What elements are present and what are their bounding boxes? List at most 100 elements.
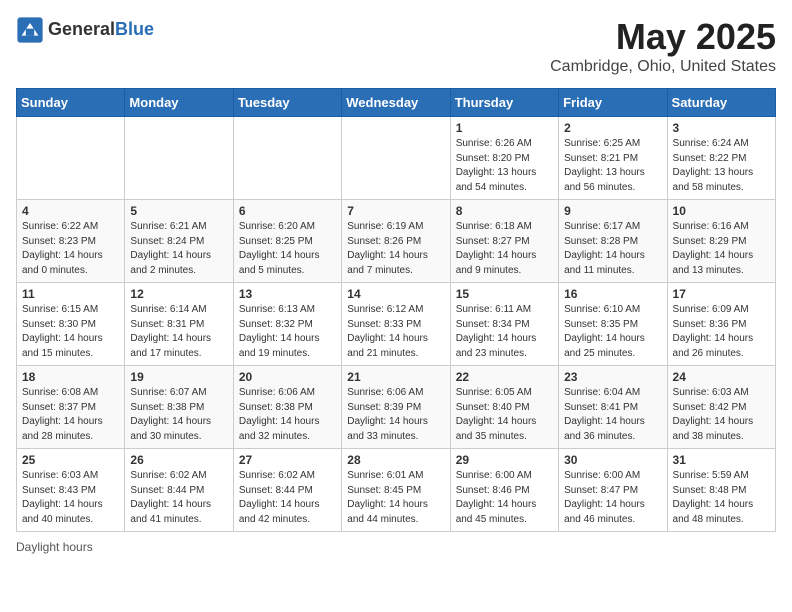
weekday-header-wednesday: Wednesday [342,89,450,117]
calendar-cell: 31 Sunrise: 5:59 AM Sunset: 8:48 PM Dayli… [667,449,775,532]
day-info: Sunrise: 5:59 AM Sunset: 8:48 PM Dayligh… [673,469,770,527]
weekday-header-thursday: Thursday [450,89,558,117]
main-title: May 2025 [550,16,776,58]
day-info: Sunrise: 6:06 AM Sunset: 8:39 PM Dayligh… [347,386,444,444]
calendar-cell: 30 Sunrise: 6:00 AM Sunset: 8:47 PM Dayli… [559,449,667,532]
weekday-header-row: SundayMondayTuesdayWednesdayThursdayFrid… [17,89,776,117]
calendar-cell: 21 Sunrise: 6:06 AM Sunset: 8:39 PM Dayli… [342,366,450,449]
footer: Daylight hours [16,540,776,554]
day-number: 4 [22,204,119,218]
day-info: Sunrise: 6:26 AM Sunset: 8:20 PM Dayligh… [456,137,553,195]
calendar-cell [125,117,233,200]
title-block: May 2025 Cambridge, Ohio, United States [550,16,776,76]
calendar-cell: 3Sunrise: 6:24 AM Sunset: 8:22 PM Daylig… [667,117,775,200]
day-info: Sunrise: 6:19 AM Sunset: 8:26 PM Dayligh… [347,220,444,278]
calendar-cell: 25 Sunrise: 6:03 AM Sunset: 8:43 PM Dayli… [17,449,125,532]
day-number: 17 [673,287,770,301]
day-info: Sunrise: 6:14 AM Sunset: 8:31 PM Dayligh… [130,303,227,361]
calendar-cell: 11 Sunrise: 6:15 AM Sunset: 8:30 PM Dayli… [17,283,125,366]
day-number: 16 [564,287,661,301]
day-info: Sunrise: 6:00 AM Sunset: 8:47 PM Dayligh… [564,469,661,527]
subtitle: Cambridge, Ohio, United States [550,58,776,76]
week-row-4: 18 Sunrise: 6:08 AM Sunset: 8:37 PM Dayli… [17,366,776,449]
day-number: 25 [22,453,119,467]
day-number: 5 [130,204,227,218]
day-number: 23 [564,370,661,384]
day-number: 1 [456,121,553,135]
weekday-header-tuesday: Tuesday [233,89,341,117]
day-info: Sunrise: 6:24 AM Sunset: 8:22 PM Dayligh… [673,137,770,195]
calendar-cell: 5 Sunrise: 6:21 AM Sunset: 8:24 PM Daylig… [125,200,233,283]
day-number: 9 [564,204,661,218]
day-info: Sunrise: 6:02 AM Sunset: 8:44 PM Dayligh… [130,469,227,527]
calendar-cell: 18 Sunrise: 6:08 AM Sunset: 8:37 PM Dayli… [17,366,125,449]
calendar-cell: 28Sunrise: 6:01 AM Sunset: 8:45 PM Dayli… [342,449,450,532]
day-info: Sunrise: 6:03 AM Sunset: 8:43 PM Dayligh… [22,469,119,527]
day-info: Sunrise: 6:10 AM Sunset: 8:35 PM Dayligh… [564,303,661,361]
weekday-header-sunday: Sunday [17,89,125,117]
calendar-cell: 26 Sunrise: 6:02 AM Sunset: 8:44 PM Dayli… [125,449,233,532]
calendar-header: SundayMondayTuesdayWednesdayThursdayFrid… [17,89,776,117]
day-number: 27 [239,453,336,467]
calendar-cell: 10Sunrise: 6:16 AM Sunset: 8:29 PM Dayli… [667,200,775,283]
day-number: 10 [673,204,770,218]
weekday-header-friday: Friday [559,89,667,117]
week-row-3: 11 Sunrise: 6:15 AM Sunset: 8:30 PM Dayli… [17,283,776,366]
day-info: Sunrise: 6:21 AM Sunset: 8:24 PM Dayligh… [130,220,227,278]
week-row-2: 4Sunrise: 6:22 AM Sunset: 8:23 PM Daylig… [17,200,776,283]
calendar-cell: 9 Sunrise: 6:17 AM Sunset: 8:28 PM Daylig… [559,200,667,283]
day-number: 19 [130,370,227,384]
day-number: 13 [239,287,336,301]
calendar-cell [17,117,125,200]
logo: GeneralBlue [16,16,154,44]
day-number: 31 [673,453,770,467]
weekday-header-saturday: Saturday [667,89,775,117]
page-header: GeneralBlue May 2025 Cambridge, Ohio, Un… [16,16,776,76]
week-row-1: 1 Sunrise: 6:26 AM Sunset: 8:20 PM Daylig… [17,117,776,200]
calendar-cell [342,117,450,200]
calendar-cell: 6Sunrise: 6:20 AM Sunset: 8:25 PM Daylig… [233,200,341,283]
calendar-cell: 17 Sunrise: 6:09 AM Sunset: 8:36 PM Dayli… [667,283,775,366]
calendar-cell: 7 Sunrise: 6:19 AM Sunset: 8:26 PM Daylig… [342,200,450,283]
day-number: 30 [564,453,661,467]
day-info: Sunrise: 6:15 AM Sunset: 8:30 PM Dayligh… [22,303,119,361]
day-info: Sunrise: 6:08 AM Sunset: 8:37 PM Dayligh… [22,386,119,444]
day-number: 21 [347,370,444,384]
day-info: Sunrise: 6:03 AM Sunset: 8:42 PM Dayligh… [673,386,770,444]
calendar-cell: 19 Sunrise: 6:07 AM Sunset: 8:38 PM Dayli… [125,366,233,449]
calendar-cell: 20 Sunrise: 6:06 AM Sunset: 8:38 PM Dayli… [233,366,341,449]
logo-text: GeneralBlue [48,20,154,40]
calendar-cell: 13 Sunrise: 6:13 AM Sunset: 8:32 PM Dayli… [233,283,341,366]
day-info: Sunrise: 6:13 AM Sunset: 8:32 PM Dayligh… [239,303,336,361]
day-info: Sunrise: 6:06 AM Sunset: 8:38 PM Dayligh… [239,386,336,444]
calendar-cell: 22Sunrise: 6:05 AM Sunset: 8:40 PM Dayli… [450,366,558,449]
day-info: Sunrise: 6:02 AM Sunset: 8:44 PM Dayligh… [239,469,336,527]
weekday-header-monday: Monday [125,89,233,117]
calendar-table: SundayMondayTuesdayWednesdayThursdayFrid… [16,88,776,532]
day-number: 20 [239,370,336,384]
day-number: 14 [347,287,444,301]
day-number: 12 [130,287,227,301]
day-number: 29 [456,453,553,467]
day-info: Sunrise: 6:11 AM Sunset: 8:34 PM Dayligh… [456,303,553,361]
calendar-body: 1 Sunrise: 6:26 AM Sunset: 8:20 PM Daylig… [17,117,776,532]
calendar-cell: 1 Sunrise: 6:26 AM Sunset: 8:20 PM Daylig… [450,117,558,200]
calendar-cell: 23Sunrise: 6:04 AM Sunset: 8:41 PM Dayli… [559,366,667,449]
day-info: Sunrise: 6:09 AM Sunset: 8:36 PM Dayligh… [673,303,770,361]
day-info: Sunrise: 6:17 AM Sunset: 8:28 PM Dayligh… [564,220,661,278]
day-info: Sunrise: 6:01 AM Sunset: 8:45 PM Dayligh… [347,469,444,527]
calendar-cell [233,117,341,200]
day-number: 2 [564,121,661,135]
calendar-cell: 12 Sunrise: 6:14 AM Sunset: 8:31 PM Dayli… [125,283,233,366]
day-number: 11 [22,287,119,301]
week-row-5: 25 Sunrise: 6:03 AM Sunset: 8:43 PM Dayli… [17,449,776,532]
calendar-cell: 15Sunrise: 6:11 AM Sunset: 8:34 PM Dayli… [450,283,558,366]
day-info: Sunrise: 6:00 AM Sunset: 8:46 PM Dayligh… [456,469,553,527]
calendar-cell: 8Sunrise: 6:18 AM Sunset: 8:27 PM Daylig… [450,200,558,283]
day-info: Sunrise: 6:12 AM Sunset: 8:33 PM Dayligh… [347,303,444,361]
day-number: 26 [130,453,227,467]
day-number: 6 [239,204,336,218]
day-info: Sunrise: 6:07 AM Sunset: 8:38 PM Dayligh… [130,386,227,444]
day-number: 7 [347,204,444,218]
day-number: 18 [22,370,119,384]
